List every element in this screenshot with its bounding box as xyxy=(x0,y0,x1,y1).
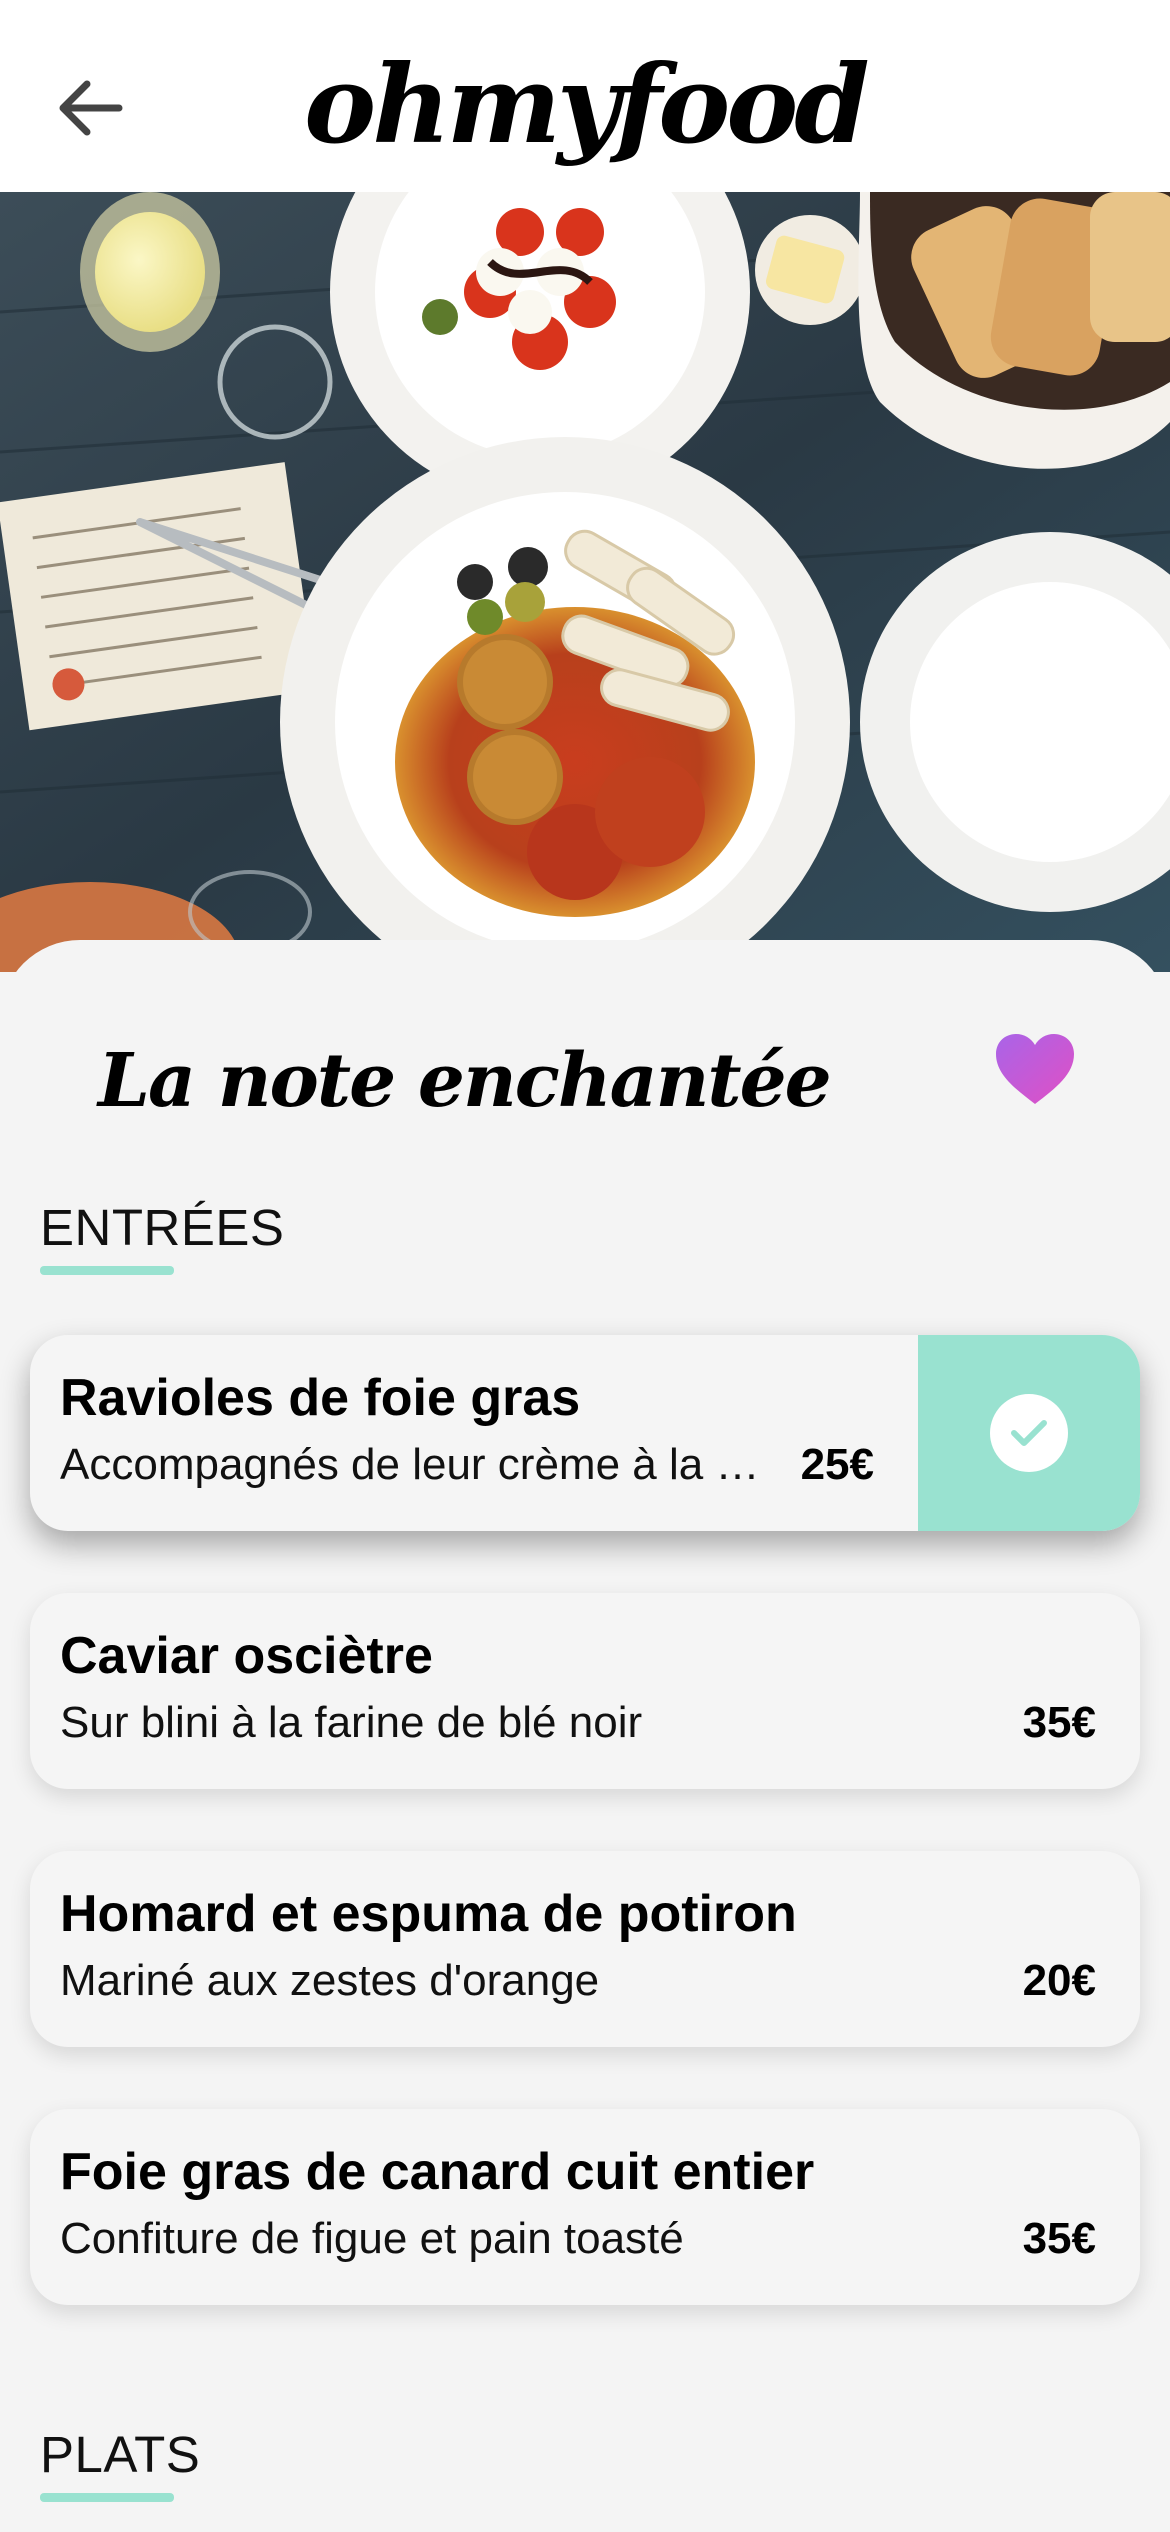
menu-item-name: Caviar osciètre xyxy=(60,1627,433,1685)
selected-indicator[interactable] xyxy=(918,1335,1140,1531)
menu-item-price: 25€ xyxy=(800,1440,874,1489)
menu-item-description: Sur blini à la farine de blé noir xyxy=(60,1698,643,1747)
menu-item-description: Accompagnés de leur crème à la truffe xyxy=(60,1440,770,1489)
restaurant-name: La note enchantée xyxy=(98,1038,832,1124)
section-underline xyxy=(40,2493,174,2502)
favorite-button[interactable] xyxy=(990,1024,1080,1114)
menu-item-card[interactable]: Caviar osciètre Sur blini à la farine de… xyxy=(30,1593,1140,1789)
menu-sheet: La note enchantée ENTRÉES Ravioles de fo… xyxy=(0,940,1170,2532)
menu-item-name: Foie gras de canard cuit entier xyxy=(60,2143,815,2201)
app-logo[interactable]: ohmyfood xyxy=(0,40,1170,170)
menu-item-price: 35€ xyxy=(1022,1698,1096,1747)
section-heading-plats: PLATS xyxy=(40,2426,201,2483)
section-heading-entrees: ENTRÉES xyxy=(40,1199,285,1256)
menu-item-card[interactable]: Ravioles de foie gras Accompagnés de leu… xyxy=(30,1335,1140,1531)
menu-item-card[interactable]: Homard et espuma de potiron Mariné aux z… xyxy=(30,1851,1140,2047)
menu-item-price: 20€ xyxy=(1022,1956,1096,2005)
menu-item-name: Ravioles de foie gras xyxy=(60,1369,581,1427)
menu-item-card[interactable]: Foie gras de canard cuit entier Confitur… xyxy=(30,2109,1140,2305)
check-badge xyxy=(990,1394,1068,1472)
restaurant-hero-image xyxy=(0,192,1170,972)
menu-item-name: Homard et espuma de potiron xyxy=(60,1885,797,1943)
heart-icon xyxy=(996,1034,1074,1104)
menu-item-price: 35€ xyxy=(1022,2214,1096,2263)
menu-item-description: Confiture de figue et pain toasté xyxy=(60,2214,684,2263)
app-header: ohmyfood xyxy=(0,0,1170,192)
checkmark-icon xyxy=(1011,1420,1047,1446)
menu-item-description: Mariné aux zestes d'orange xyxy=(60,1956,600,2005)
section-underline xyxy=(40,1266,174,1275)
